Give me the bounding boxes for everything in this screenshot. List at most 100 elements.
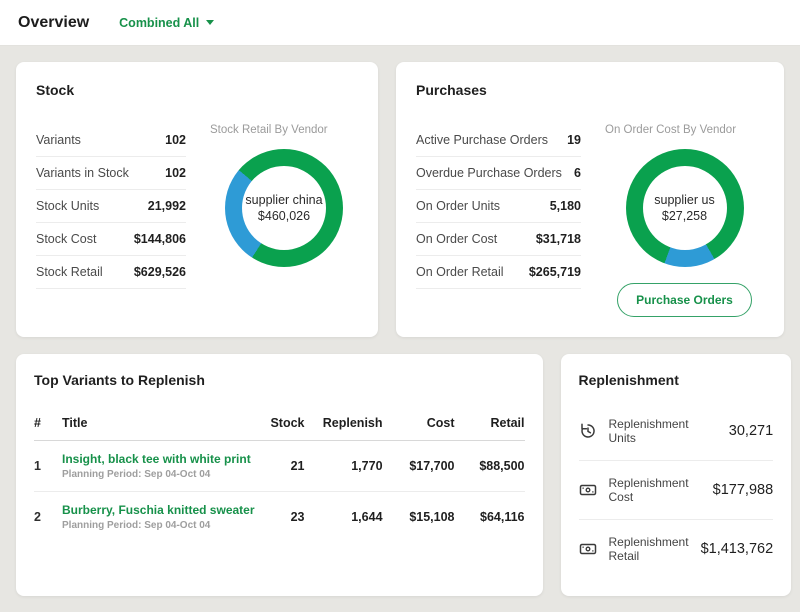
stat-label: Active Purchase Orders bbox=[416, 133, 548, 147]
col-stock: Stock bbox=[261, 416, 305, 430]
planning-period: Planning Period: Sep 04-Oct 04 bbox=[62, 520, 255, 531]
scope-filter-dropdown[interactable]: Combined All bbox=[119, 16, 214, 30]
page-title: Overview bbox=[18, 14, 89, 32]
stat-stock-cost: Stock Cost $144,806 bbox=[36, 223, 186, 256]
stat-value: 21,992 bbox=[148, 199, 186, 213]
stock-stats: Variants 102 Variants in Stock 102 Stock… bbox=[36, 124, 186, 289]
stat-label: Stock Units bbox=[36, 199, 99, 213]
stat-label: Overdue Purchase Orders bbox=[416, 166, 562, 180]
stock-card-title: Stock bbox=[36, 82, 358, 98]
row-replenish: 1,644 bbox=[311, 510, 383, 524]
stock-card-body: Variants 102 Variants in Stock 102 Stock… bbox=[36, 124, 358, 289]
scope-filter-label: Combined All bbox=[119, 16, 199, 30]
stock-donut-value: $460,026 bbox=[258, 209, 310, 223]
stock-chart-column: Stock Retail By Vendor supplier china $4… bbox=[210, 124, 358, 289]
repl-value: $177,988 bbox=[713, 482, 773, 498]
stat-value: $144,806 bbox=[134, 232, 186, 246]
replenishment-retail-row: Replenishment Retail $1,413,762 bbox=[579, 520, 774, 578]
purchases-chart-title: On Order Cost By Vendor bbox=[605, 124, 736, 136]
stock-retail-donut-chart: supplier china $460,026 bbox=[225, 149, 343, 267]
stat-variants-in-stock: Variants in Stock 102 bbox=[36, 157, 186, 190]
stat-label: On Order Cost bbox=[416, 232, 497, 246]
purchases-stats: Active Purchase Orders 19 Overdue Purcha… bbox=[416, 124, 581, 317]
top-bar: Overview Combined All bbox=[0, 0, 800, 46]
table-row: 1 Insight, black tee with white print Pl… bbox=[34, 441, 525, 492]
stat-value: $629,526 bbox=[134, 265, 186, 279]
col-num: # bbox=[34, 416, 56, 430]
dashboard-content: Stock Variants 102 Variants in Stock 102… bbox=[0, 46, 800, 612]
col-retail: Retail bbox=[461, 416, 525, 430]
chevron-down-icon bbox=[206, 20, 214, 25]
row-stock: 23 bbox=[261, 510, 305, 524]
stat-stock-retail: Stock Retail $629,526 bbox=[36, 256, 186, 289]
purchases-donut-vendor: supplier us bbox=[654, 193, 714, 207]
replenishment-card: Replenishment Replenishment Units 30,271… bbox=[561, 354, 792, 596]
stat-value: 102 bbox=[165, 166, 186, 180]
repl-value: 30,271 bbox=[729, 423, 773, 439]
replenishment-rows: Replenishment Units 30,271 Replenishment… bbox=[579, 402, 774, 578]
row-retail: $88,500 bbox=[461, 459, 525, 473]
stat-label: Variants bbox=[36, 133, 81, 147]
replenishment-units-row: Replenishment Units 30,271 bbox=[579, 402, 774, 461]
table-row: 2 Burberry, Fuschia knitted sweater Plan… bbox=[34, 492, 525, 542]
history-icon bbox=[579, 422, 597, 440]
stat-value: 19 bbox=[567, 133, 581, 147]
replenishment-title: Replenishment bbox=[579, 372, 774, 388]
purchase-orders-button[interactable]: Purchase Orders bbox=[617, 283, 752, 317]
row-title-cell: Insight, black tee with white print Plan… bbox=[62, 452, 255, 480]
col-replenish: Replenish bbox=[311, 416, 383, 430]
row-cost: $15,108 bbox=[389, 510, 455, 524]
stat-variants: Variants 102 bbox=[36, 124, 186, 157]
variants-table-header: # Title Stock Replenish Cost Retail bbox=[34, 416, 525, 441]
variants-table: # Title Stock Replenish Cost Retail 1 In… bbox=[34, 416, 525, 542]
purchases-card: Purchases Active Purchase Orders 19 Over… bbox=[396, 62, 784, 337]
repl-value: $1,413,762 bbox=[701, 541, 774, 557]
stat-on-order-units: On Order Units 5,180 bbox=[416, 190, 581, 223]
repl-label: Replenishment Cost bbox=[609, 476, 701, 504]
col-cost: Cost bbox=[389, 416, 455, 430]
top-variants-card: Top Variants to Replenish # Title Stock … bbox=[16, 354, 543, 596]
purchases-chart-column: On Order Cost By Vendor supplier us $27,… bbox=[605, 124, 764, 317]
stat-value: 6 bbox=[574, 166, 581, 180]
stat-label: On Order Units bbox=[416, 199, 500, 213]
stock-card: Stock Variants 102 Variants in Stock 102… bbox=[16, 62, 378, 337]
stat-value: $265,719 bbox=[529, 265, 581, 279]
purchases-card-title: Purchases bbox=[416, 82, 764, 98]
stat-label: On Order Retail bbox=[416, 265, 504, 279]
row-rank: 1 bbox=[34, 459, 56, 473]
row-retail: $64,116 bbox=[461, 510, 525, 524]
row-title-cell: Burberry, Fuschia knitted sweater Planni… bbox=[62, 503, 255, 531]
bottom-row: Top Variants to Replenish # Title Stock … bbox=[16, 354, 784, 596]
stock-donut-vendor: supplier china bbox=[245, 193, 322, 207]
stat-value: 5,180 bbox=[550, 199, 581, 213]
on-order-cost-donut-chart: supplier us $27,258 bbox=[626, 149, 744, 267]
banknote-icon bbox=[579, 540, 597, 558]
stat-label: Variants in Stock bbox=[36, 166, 129, 180]
top-variants-title: Top Variants to Replenish bbox=[34, 372, 525, 388]
row-rank: 2 bbox=[34, 510, 56, 524]
top-row: Stock Variants 102 Variants in Stock 102… bbox=[16, 62, 784, 337]
stat-stock-units: Stock Units 21,992 bbox=[36, 190, 186, 223]
stock-chart-title: Stock Retail By Vendor bbox=[210, 124, 328, 136]
purchases-card-body: Active Purchase Orders 19 Overdue Purcha… bbox=[416, 124, 764, 317]
stat-overdue-purchase-orders: Overdue Purchase Orders 6 bbox=[416, 157, 581, 190]
stat-value: 102 bbox=[165, 133, 186, 147]
stat-on-order-cost: On Order Cost $31,718 bbox=[416, 223, 581, 256]
purchases-donut-value: $27,258 bbox=[662, 209, 707, 223]
stat-on-order-retail: On Order Retail $265,719 bbox=[416, 256, 581, 289]
banknote-icon bbox=[579, 481, 597, 499]
variant-link[interactable]: Burberry, Fuschia knitted sweater bbox=[62, 503, 255, 517]
row-stock: 21 bbox=[261, 459, 305, 473]
replenishment-cost-row: Replenishment Cost $177,988 bbox=[579, 461, 774, 520]
stat-label: Stock Cost bbox=[36, 232, 96, 246]
row-replenish: 1,770 bbox=[311, 459, 383, 473]
row-cost: $17,700 bbox=[389, 459, 455, 473]
stock-donut-center: supplier china $460,026 bbox=[242, 166, 326, 250]
variant-link[interactable]: Insight, black tee with white print bbox=[62, 452, 255, 466]
stat-active-purchase-orders: Active Purchase Orders 19 bbox=[416, 124, 581, 157]
repl-label: Replenishment Retail bbox=[609, 535, 689, 563]
stat-value: $31,718 bbox=[536, 232, 581, 246]
purchases-donut-center: supplier us $27,258 bbox=[643, 166, 727, 250]
repl-label: Replenishment Units bbox=[609, 417, 717, 445]
planning-period: Planning Period: Sep 04-Oct 04 bbox=[62, 469, 255, 480]
